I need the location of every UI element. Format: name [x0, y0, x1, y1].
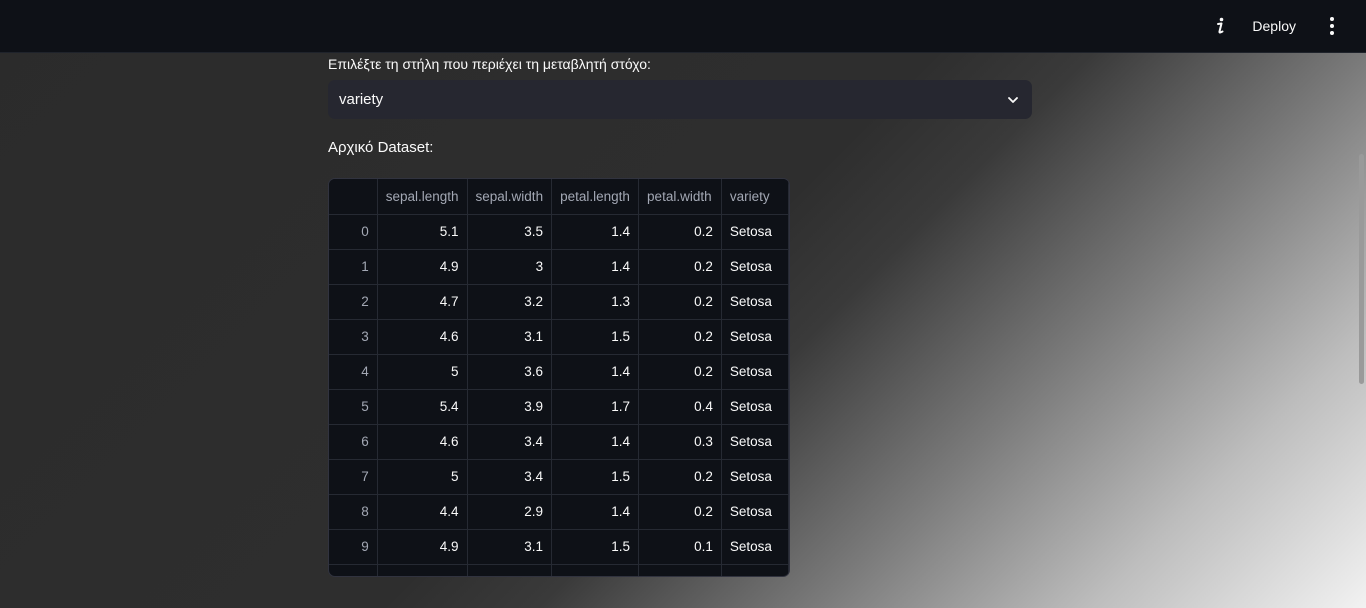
- table-cell[interactable]: Setosa: [721, 494, 789, 530]
- table-cell[interactable]: 0.1: [638, 529, 722, 565]
- page-scrollbar[interactable]: [1359, 154, 1364, 384]
- target-column-select[interactable]: variety: [328, 80, 1032, 119]
- table-cell[interactable]: 1.3: [551, 284, 640, 320]
- table-row: 7 5 3.4 1.5 0.2 Setosa: [329, 459, 789, 495]
- row-index: 9: [329, 529, 378, 565]
- table-cell[interactable]: 5.1: [377, 214, 468, 250]
- table-cell[interactable]: Setosa: [721, 424, 789, 460]
- table-cell[interactable]: 0.2: [638, 354, 722, 390]
- table-row: 8 4.4 2.9 1.4 0.2 Setosa: [329, 494, 789, 530]
- table-cell[interactable]: 5: [377, 354, 468, 390]
- table-cell[interactable]: 1.4: [551, 354, 640, 390]
- table-cell[interactable]: 1.4: [551, 249, 640, 285]
- table-cell[interactable]: Setosa: [721, 459, 789, 495]
- info-icon[interactable]: [1206, 12, 1234, 40]
- table-cell[interactable]: 3.2: [467, 284, 553, 320]
- dataset-table[interactable]: sepal.length sepal.width petal.length petal…: [328, 178, 790, 577]
- table-cell[interactable]: Setosa: [721, 214, 789, 250]
- row-index: 4: [329, 354, 378, 390]
- table-cell[interactable]: 3: [467, 249, 553, 285]
- table-cell[interactable]: 3.1: [467, 319, 553, 355]
- table-cell[interactable]: 2.9: [467, 494, 553, 530]
- table-cell: [551, 564, 640, 576]
- table-row: 0 5.1 3.5 1.4 0.2 Setosa: [329, 214, 789, 250]
- table-cell[interactable]: 0.2: [638, 284, 722, 320]
- column-header[interactable]: variety: [721, 179, 789, 215]
- table-cell[interactable]: 4.7: [377, 284, 468, 320]
- table-cell[interactable]: 0.2: [638, 459, 722, 495]
- table-cell[interactable]: 1.7: [551, 389, 640, 425]
- table-row: 1 4.9 3 1.4 0.2 Setosa: [329, 249, 789, 285]
- table-cell[interactable]: 5: [377, 459, 468, 495]
- row-index: 5: [329, 389, 378, 425]
- table-row: 2 4.7 3.2 1.3 0.2 Setosa: [329, 284, 789, 320]
- table-row: 5 5.4 3.9 1.7 0.4 Setosa: [329, 389, 789, 425]
- table-cell[interactable]: 0.2: [638, 249, 722, 285]
- column-header[interactable]: sepal.width: [467, 179, 553, 215]
- table-row: 4 5 3.6 1.4 0.2 Setosa: [329, 354, 789, 390]
- deploy-button[interactable]: Deploy: [1252, 18, 1296, 34]
- table-cell[interactable]: 1.4: [551, 424, 640, 460]
- table-cell[interactable]: 3.4: [467, 424, 553, 460]
- column-header[interactable]: petal.width: [638, 179, 722, 215]
- table-cell[interactable]: Setosa: [721, 319, 789, 355]
- row-index: 8: [329, 494, 378, 530]
- table-cell: [638, 564, 722, 576]
- target-select-value: variety: [339, 91, 384, 108]
- table-cell[interactable]: 4.9: [377, 249, 468, 285]
- table-row: 3 4.6 3.1 1.5 0.2 Setosa: [329, 319, 789, 355]
- table-cell: [467, 564, 553, 576]
- table-cell[interactable]: 1.5: [551, 319, 640, 355]
- table-cell[interactable]: 0.3: [638, 424, 722, 460]
- app-header: Deploy: [0, 0, 1366, 53]
- table-cell[interactable]: 4.6: [377, 319, 468, 355]
- table-cell[interactable]: 0.4: [638, 389, 722, 425]
- table-row: 6 4.6 3.4 1.4 0.3 Setosa: [329, 424, 789, 460]
- row-index: 1: [329, 249, 378, 285]
- table-cell[interactable]: Setosa: [721, 284, 789, 320]
- table-cell[interactable]: 1.4: [551, 494, 640, 530]
- table-cell[interactable]: 1.4: [551, 214, 640, 250]
- table-row-partial: [329, 564, 789, 576]
- table-cell: [721, 564, 789, 576]
- table-cell[interactable]: 3.4: [467, 459, 553, 495]
- table-cell[interactable]: 5.4: [377, 389, 468, 425]
- chevron-down-icon: [1008, 96, 1018, 103]
- column-header[interactable]: petal.length: [551, 179, 640, 215]
- table-header-row: sepal.length sepal.width petal.length petal…: [329, 179, 789, 215]
- table-cell[interactable]: 1.5: [551, 529, 640, 565]
- table-cell[interactable]: 4.4: [377, 494, 468, 530]
- dataset-title: Αρχικό Dataset:: [328, 139, 434, 156]
- table-cell[interactable]: 4.6: [377, 424, 468, 460]
- table-cell: [377, 564, 468, 576]
- table-cell[interactable]: Setosa: [721, 529, 789, 565]
- index-header[interactable]: [329, 179, 378, 215]
- more-vertical-icon[interactable]: [1322, 12, 1342, 40]
- table-cell[interactable]: 3.1: [467, 529, 553, 565]
- table-cell: [329, 564, 378, 576]
- row-index: 6: [329, 424, 378, 460]
- table-cell[interactable]: 4.9: [377, 529, 468, 565]
- row-index: 2: [329, 284, 378, 320]
- table-cell[interactable]: 0.2: [638, 214, 722, 250]
- table-cell[interactable]: 1.5: [551, 459, 640, 495]
- table-cell[interactable]: 3.5: [467, 214, 553, 250]
- row-index: 0: [329, 214, 378, 250]
- table-cell[interactable]: 3.6: [467, 354, 553, 390]
- row-index: 7: [329, 459, 378, 495]
- table-row: 9 4.9 3.1 1.5 0.1 Setosa: [329, 529, 789, 565]
- target-select-label: Επιλέξτε τη στήλη που περιέχει τη μεταβλ…: [328, 56, 651, 72]
- table-cell[interactable]: Setosa: [721, 389, 789, 425]
- table-cell[interactable]: 3.9: [467, 389, 553, 425]
- table-cell[interactable]: Setosa: [721, 354, 789, 390]
- table-cell[interactable]: Setosa: [721, 249, 789, 285]
- column-header[interactable]: sepal.length: [377, 179, 468, 215]
- row-index: 3: [329, 319, 378, 355]
- table-cell[interactable]: 0.2: [638, 494, 722, 530]
- table-cell[interactable]: 0.2: [638, 319, 722, 355]
